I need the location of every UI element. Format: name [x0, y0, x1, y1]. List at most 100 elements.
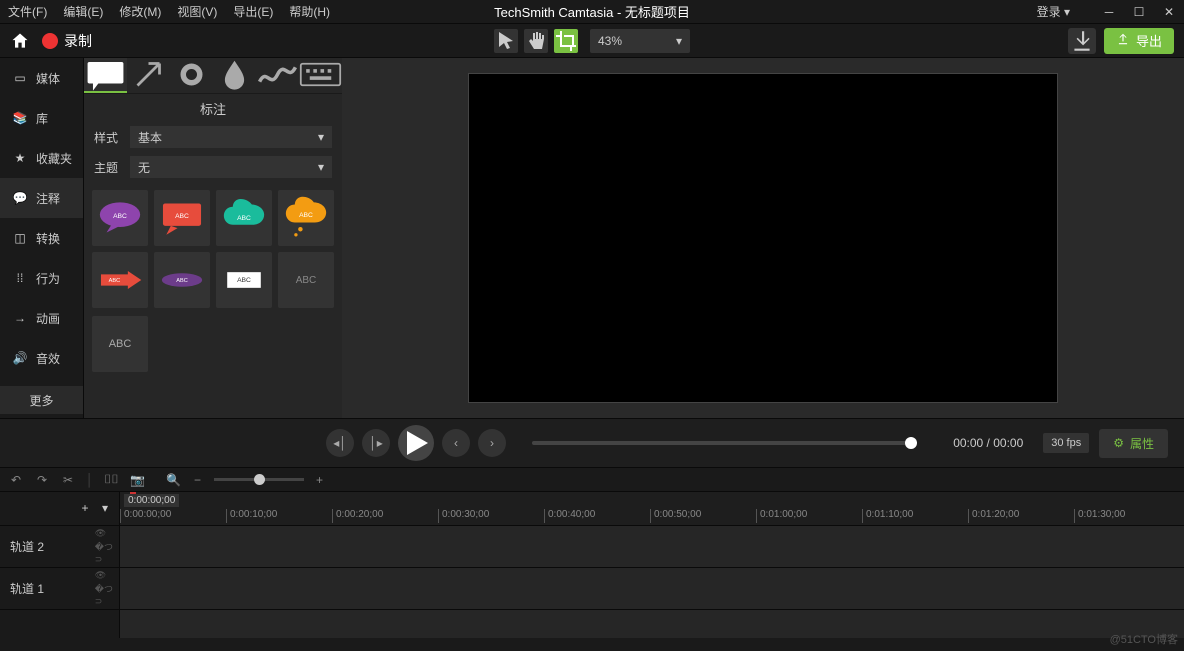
menu-help[interactable]: 帮助(H)	[289, 3, 330, 20]
playback-bar: ◂│ │▸ ‹ › 00:00 / 00:00 30 fps ⚙ 属性	[0, 418, 1184, 468]
login-menu[interactable]: 登录 ▾	[1037, 3, 1070, 20]
callout-thumb[interactable]: ABC	[154, 252, 210, 308]
tab-blur[interactable]	[213, 58, 256, 93]
add-track-button[interactable]: +	[77, 501, 93, 517]
scrub-handle[interactable]	[905, 437, 917, 449]
next-frame-button[interactable]: │▸	[362, 429, 390, 457]
timeline-ruler[interactable]: 0:00:00;00 0:00:00;000:00:10;000:00:20;0…	[120, 492, 1184, 525]
track-menu-button[interactable]: ▾	[97, 501, 113, 517]
crop-tool[interactable]	[554, 29, 578, 53]
play-button[interactable]	[398, 425, 434, 461]
theme-select[interactable]: 无▾	[130, 156, 332, 178]
ruler-tick: 0:00:10;00	[226, 509, 277, 523]
callout-thumb[interactable]: ABC	[278, 190, 334, 246]
scrub-bar[interactable]	[532, 441, 917, 445]
download-button[interactable]	[1068, 28, 1096, 54]
canvas-area	[342, 58, 1184, 418]
minimize-button[interactable]: ─	[1102, 5, 1116, 19]
ruler-tick: 0:01:00;00	[756, 509, 807, 523]
tab-sketch[interactable]	[256, 58, 299, 93]
undo-button[interactable]: ↶	[8, 473, 24, 487]
cursor-tool[interactable]	[494, 29, 518, 53]
track-body[interactable]	[120, 526, 1184, 567]
main-area: ▭媒体 📚库 ★收藏夹 💬注释 ◫转换 ⁞⁞行为 →动画 🔊音效 更多 标注 样…	[0, 58, 1184, 418]
callout-thumb[interactable]: ABC	[92, 190, 148, 246]
track-magnet-icon[interactable]: ⊃	[95, 554, 113, 565]
style-select[interactable]: 基本▾	[130, 126, 332, 148]
export-label: 导出	[1136, 31, 1162, 50]
callout-thumb[interactable]: ABC	[216, 252, 272, 308]
callout-thumb[interactable]: ABC	[278, 252, 334, 308]
sidebar-item-annotations[interactable]: 💬注释	[0, 178, 83, 218]
split-button[interactable]: ⌷⌷	[104, 472, 120, 487]
sidebar-label: 行为	[36, 270, 60, 287]
track-label: 轨道 1	[10, 580, 44, 597]
tab-arrows[interactable]	[127, 58, 170, 93]
menu-view[interactable]: 视图(V)	[177, 3, 217, 20]
prev-frame-button[interactable]: ◂│	[326, 429, 354, 457]
transition-icon: ◫	[12, 230, 28, 246]
chevron-down-icon: ▾	[318, 160, 324, 174]
menu-modify[interactable]: 修改(M)	[119, 3, 161, 20]
track-visible-icon[interactable]: 👁	[95, 570, 113, 581]
track-header[interactable]: 轨道 2 👁�つ⊃	[0, 526, 120, 567]
preview-canvas[interactable]	[468, 73, 1058, 403]
svg-text:ABC: ABC	[299, 212, 313, 219]
maximize-button[interactable]: ☐	[1132, 5, 1146, 19]
cut-button[interactable]: ✂	[60, 473, 76, 487]
track-visible-icon[interactable]: 👁	[95, 528, 113, 539]
menu-export[interactable]: 导出(E)	[233, 3, 273, 20]
zoom-out-button[interactable]: −	[190, 473, 206, 487]
sidebar-item-library[interactable]: 📚库	[0, 98, 83, 138]
watermark: @51CTO博客	[1110, 631, 1178, 647]
ruler-tick: 0:00:30;00	[438, 509, 489, 523]
menu-edit[interactable]: 编辑(E)	[63, 3, 103, 20]
menu-file[interactable]: 文件(F)	[8, 3, 47, 20]
sidebar-item-audio[interactable]: 🔊音效	[0, 338, 83, 378]
snapshot-button[interactable]: 📷	[130, 473, 146, 487]
audio-icon: 🔊	[12, 350, 28, 366]
sidebar-item-transitions[interactable]: ◫转换	[0, 218, 83, 258]
zoom-in-button[interactable]: +	[312, 473, 328, 487]
export-button[interactable]: 导出	[1104, 28, 1174, 54]
callout-thumb[interactable]: ABC	[92, 316, 148, 372]
redo-button[interactable]: ↷	[34, 473, 50, 487]
home-button[interactable]	[10, 31, 30, 51]
track-magnet-icon[interactable]: ⊃	[95, 596, 113, 607]
track-lock-icon[interactable]: �つ	[95, 540, 113, 553]
style-label: 样式	[94, 129, 122, 146]
timeline-header-left: + ▾	[0, 492, 120, 525]
zoom-slider-handle[interactable]	[254, 474, 265, 485]
prev-marker-button[interactable]: ‹	[442, 429, 470, 457]
record-button[interactable]: 录制	[42, 31, 92, 51]
track-label: 轨道 2	[10, 538, 44, 555]
sidebar-item-media[interactable]: ▭媒体	[0, 58, 83, 98]
callout-thumb[interactable]: ABC	[154, 190, 210, 246]
sidebar-more[interactable]: 更多	[0, 386, 83, 414]
toolbar: 录制 43% ▾ 导出	[0, 24, 1184, 58]
zoom-fit-button[interactable]: 🔍	[166, 473, 182, 487]
sidebar-item-animations[interactable]: →动画	[0, 298, 83, 338]
hand-tool[interactable]	[524, 29, 548, 53]
zoom-slider[interactable]	[214, 478, 304, 481]
tab-callouts[interactable]	[84, 58, 127, 93]
sidebar-label: 库	[36, 110, 48, 127]
track-lock-icon[interactable]: �つ	[95, 582, 113, 595]
callout-thumb[interactable]: ABC	[216, 190, 272, 246]
tab-shapes[interactable]	[170, 58, 213, 93]
properties-button[interactable]: ⚙ 属性	[1099, 429, 1168, 458]
sidebar: ▭媒体 📚库 ★收藏夹 💬注释 ◫转换 ⁞⁞行为 →动画 🔊音效 更多	[0, 58, 84, 418]
track-header[interactable]: 轨道 1 👁�つ⊃	[0, 568, 120, 609]
tab-keystroke[interactable]	[299, 58, 342, 93]
callout-thumb[interactable]: ABC	[92, 252, 148, 308]
timeline: + ▾ 0:00:00;00 0:00:00;000:00:10;000:00:…	[0, 492, 1184, 638]
track-body[interactable]	[120, 568, 1184, 609]
sidebar-item-behaviors[interactable]: ⁞⁞行为	[0, 258, 83, 298]
zoom-select[interactable]: 43% ▾	[590, 29, 690, 53]
next-marker-button[interactable]: ›	[478, 429, 506, 457]
theme-label: 主题	[94, 159, 122, 176]
chevron-down-icon: ▾	[318, 130, 324, 144]
sidebar-label: 媒体	[36, 70, 60, 87]
close-button[interactable]: ✕	[1162, 5, 1176, 19]
sidebar-item-favorites[interactable]: ★收藏夹	[0, 138, 83, 178]
